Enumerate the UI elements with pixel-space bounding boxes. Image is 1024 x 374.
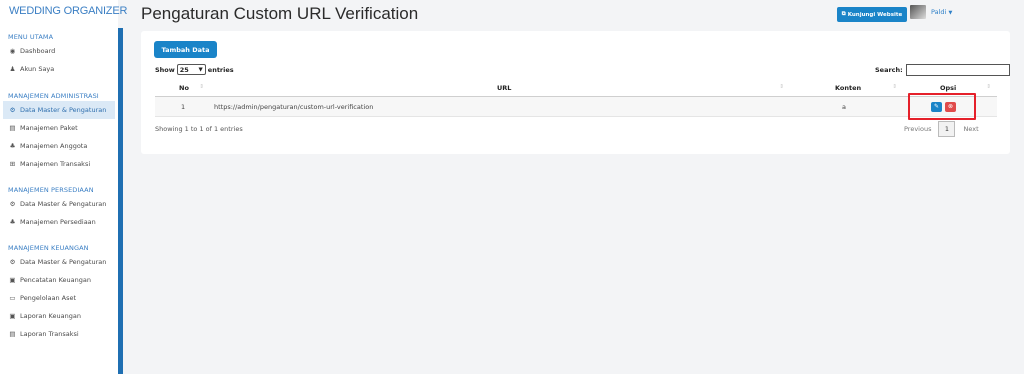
sidebar-item-data-master-keuangan[interactable]: ⚙ Data Master & Pengaturan <box>0 253 118 271</box>
sidebar-item-dashboard[interactable]: ◉ Dashboard <box>0 42 118 60</box>
next-page-button[interactable]: Next <box>963 125 978 133</box>
sidebar-item-label: Manajemen Paket <box>20 124 78 132</box>
page-number-button[interactable]: 1 <box>938 121 956 137</box>
sidebar: WEDDING ORGANIZER MENU UTAMA ◉ Dashboard… <box>0 0 127 374</box>
sidebar-scrollbar[interactable] <box>118 28 123 374</box>
sidebar-section-title: MANAJEMEN ADMINISTRASI <box>8 92 99 100</box>
book-icon: ▤ <box>9 330 16 338</box>
sort-icon: ⇕ <box>779 84 784 90</box>
money-icon: ▣ <box>9 312 16 320</box>
brand-name: WEDDING ORGANIZER <box>9 5 128 17</box>
sidebar-item-label: Pencatatan Keuangan <box>20 276 92 284</box>
user-icon: ♟ <box>9 65 16 73</box>
column-label: URL <box>497 84 512 92</box>
sidebar-item-label: Manajemen Persediaan <box>20 218 96 226</box>
sidebar-item-manajemen-paket[interactable]: ▤ Manajemen Paket <box>0 119 118 137</box>
entries-label: entries <box>207 65 234 74</box>
sidebar-item-label: Pengelolaan Aset <box>20 294 77 302</box>
page-title: Pengaturan Custom URL Verification <box>141 4 419 23</box>
sidebar-section-title: MANAJEMEN PERSEDIAAN <box>8 186 94 194</box>
sidebar-item-akun-saya[interactable]: ♟ Akun Saya <box>0 60 118 78</box>
sidebar-item-data-master-persediaan[interactable]: ⚙ Data Master & Pengaturan <box>0 195 118 213</box>
sort-icon: ⇕ <box>199 84 204 90</box>
column-label: Konten <box>835 84 862 92</box>
sidebar-item-manajemen-transaksi[interactable]: ⊞ Manajemen Transaksi <box>0 155 118 173</box>
sidebar-item-label: Dashboard <box>20 47 56 55</box>
sidebar-item-label: Laporan Transaksi <box>20 330 79 338</box>
users-icon: ♣ <box>9 142 16 150</box>
cogs-icon: ⚙ <box>9 258 16 266</box>
visit-website-label: Kunjungi Website <box>847 11 903 18</box>
avatar[interactable] <box>910 5 926 19</box>
sidebar-item-data-master-administrasi[interactable]: ⚙ Data Master & Pengaturan <box>3 101 115 119</box>
brand[interactable]: WEDDING ORGANIZER <box>0 0 127 22</box>
cogs-icon: ⚙ <box>9 106 16 114</box>
search-input[interactable] <box>905 64 1010 76</box>
page-length-control: Show 25 ▼ entries <box>155 64 234 75</box>
sidebar-item-label: Laporan Keuangan <box>20 312 81 320</box>
content-card: Tambah Data Show 25 ▼ entries Search: No… <box>141 31 1010 154</box>
user-name: Paldi <box>931 8 947 16</box>
sidebar-item-pengelolaan-aset[interactable]: ▭ Pengelolaan Aset <box>0 289 118 307</box>
sidebar-item-label: Data Master & Pengaturan <box>20 258 107 266</box>
sidebar-item-laporan-transaksi[interactable]: ▤ Laporan Transaksi <box>0 325 118 343</box>
cogs-icon: ⚙ <box>9 200 16 208</box>
caret-down-icon: ▼ <box>948 10 953 16</box>
money-icon: ▣ <box>9 276 16 284</box>
cell-url: https://admin/pengaturan/custom-url-veri… <box>214 102 374 111</box>
entries-select[interactable]: 25 ▼ <box>176 64 206 75</box>
external-link-icon: ⧉ <box>841 11 846 17</box>
pagination: Previous 1 Next <box>904 121 979 137</box>
sidebar-section-title: MANAJEMEN KEUANGAN <box>8 244 89 252</box>
sidebar-item-label: Data Master & Pengaturan <box>20 200 107 208</box>
search-control: Search: <box>875 64 1010 76</box>
sidebar-item-label: Data Master & Pengaturan <box>20 106 107 114</box>
sidebar-item-laporan-keuangan[interactable]: ▣ Laporan Keuangan <box>0 307 118 325</box>
table-row: 1 https://admin/pengaturan/custom-url-ve… <box>155 97 997 117</box>
user-menu[interactable]: Paldi ▼ <box>931 8 952 16</box>
show-label: Show <box>155 65 175 74</box>
visit-website-button[interactable]: ⧉ Kunjungi Website <box>837 7 907 22</box>
data-table: No ⇕ URL ⇕ Konten ⇕ Opsi ⇕ 1 https://adm… <box>155 80 997 117</box>
book-icon: ▤ <box>9 124 16 132</box>
column-label: No <box>179 84 189 92</box>
laptop-icon: ▭ <box>9 294 16 302</box>
cell-no: 1 <box>181 102 186 111</box>
column-label: Opsi <box>940 84 957 92</box>
sidebar-item-manajemen-persediaan[interactable]: ♣ Manajemen Persediaan <box>0 213 118 231</box>
sidebar-item-label: Manajemen Transaksi <box>20 160 91 168</box>
sidebar-item-manajemen-anggota[interactable]: ♣ Manajemen Anggota <box>0 137 118 155</box>
previous-page-button[interactable]: Previous <box>904 125 931 133</box>
sidebar-item-pencatatan-keuangan[interactable]: ▣ Pencatatan Keuangan <box>0 271 118 289</box>
chevron-down-icon: ▼ <box>198 66 203 73</box>
sidebar-item-label: Manajemen Anggota <box>20 142 88 150</box>
table-info: Showing 1 to 1 of 1 entries <box>155 125 243 133</box>
sidebar-section-title: MENU UTAMA <box>8 33 54 41</box>
sort-icon: ⇕ <box>892 84 897 90</box>
dashboard-icon: ◉ <box>9 47 16 55</box>
cell-konten: a <box>842 102 846 111</box>
table-header: No ⇕ URL ⇕ Konten ⇕ Opsi ⇕ <box>155 80 997 97</box>
cart-icon: ⊞ <box>9 160 16 168</box>
sort-icon: ⇕ <box>986 84 991 90</box>
search-label: Search: <box>875 66 903 74</box>
boxes-icon: ♣ <box>9 218 16 226</box>
entries-value: 25 <box>179 65 189 74</box>
sidebar-item-label: Akun Saya <box>20 65 55 73</box>
add-data-button[interactable]: Tambah Data <box>154 41 217 58</box>
highlight-box <box>908 93 976 120</box>
